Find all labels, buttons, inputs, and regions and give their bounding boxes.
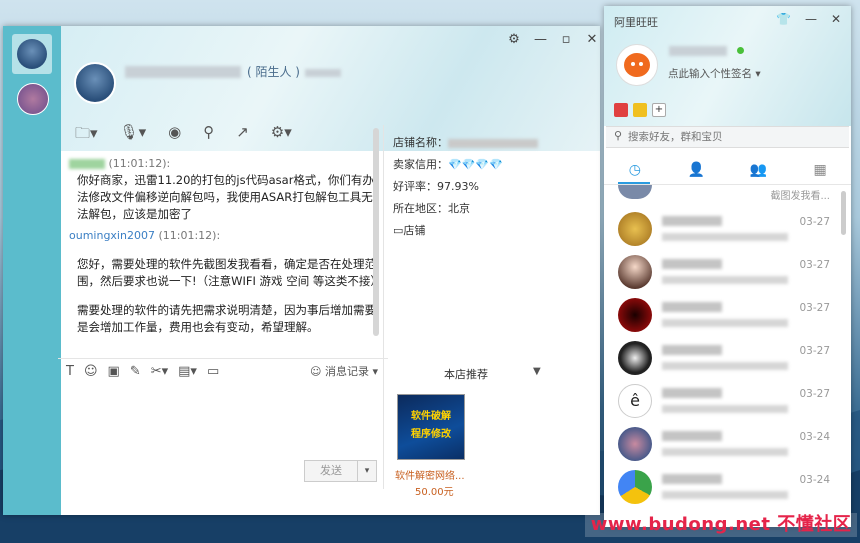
watermark: www.budong.net 不懂社区 <box>585 513 857 537</box>
contact-name-blurred <box>125 66 241 78</box>
font-icon[interactable]: T <box>66 364 74 379</box>
app-title: 阿里旺旺 <box>614 16 658 29</box>
signature-field[interactable]: 点此输入个性签名 ▾ <box>668 66 761 81</box>
contact-row[interactable]: 03-27 <box>604 251 836 293</box>
contact-date: 03-27 <box>799 302 830 314</box>
message-text: 你好商家，迅雷11.20的打包的js代码asar格式，你们有办法修改文件偏移逆向… <box>77 173 374 221</box>
message-header: oumingxin2007 (11:01:12): <box>69 229 221 242</box>
app-shortcuts: + <box>614 103 666 117</box>
user-name-blurred <box>669 46 727 56</box>
chat-window: ⚙ — ▫ ✕ ( 陌生人 ) 🗀▾ 🎙▾ ◉ ⚲ ↗ ⚙▾ (11:01:12… <box>3 26 600 515</box>
contact-date: 03-27 <box>799 216 830 228</box>
shop-name: 店铺名称： <box>393 132 593 154</box>
message-list: (11:01:12): 你好商家，迅雷11.20的打包的js代码asar格式，你… <box>61 151 381 381</box>
contact-row[interactable]: 03-27 <box>604 208 836 250</box>
panel-divider <box>383 125 384 489</box>
session-avatar-current[interactable] <box>12 34 52 74</box>
recommend-title: 本店推荐 <box>444 368 488 381</box>
remote-assist-icon[interactable]: ⚙▾ <box>271 123 292 148</box>
contact-avatar[interactable] <box>74 62 116 104</box>
contact-date: 03-24 <box>799 474 830 486</box>
diamond-icon: 💎💎💎💎 <box>448 158 503 171</box>
product-image[interactable]: 软件破解 程序修改 <box>397 394 465 460</box>
contact-row[interactable]: 03-27 <box>604 337 836 379</box>
close-icon[interactable]: ✕ <box>831 12 841 26</box>
tab-recent[interactable]: ◷ <box>604 156 666 184</box>
search-icon: ⚲ <box>614 129 623 142</box>
more-icon[interactable]: ▭ <box>207 364 219 379</box>
send-button[interactable]: 发送 <box>304 460 358 482</box>
add-contact-icon[interactable]: ⚲ <box>203 123 214 148</box>
shop-location: 所在地区：北京 <box>393 202 470 215</box>
send-options-icon[interactable]: ▾ <box>357 460 377 482</box>
shortcut-icon[interactable] <box>633 103 647 117</box>
chat-session-sidebar <box>3 26 61 515</box>
message-header: (11:01:12): <box>69 157 381 170</box>
product-price: 50.00元 <box>415 487 454 498</box>
buddy-window-controls: 👕 — ✕ <box>776 12 841 26</box>
session-avatar-other[interactable] <box>12 78 52 118</box>
edit-icon[interactable]: ✎ <box>130 364 141 379</box>
close-icon[interactable]: ✕ <box>586 32 598 47</box>
buddy-header: 阿里旺旺 👕 — ✕ 点此输入个性签名 ▾ + <box>604 6 851 126</box>
input-toolbar: T ☺ ▣ ✎ ✂▾ ▤▾ ▭ ☺ 消息记录 ▾ <box>58 358 388 383</box>
store-icon: ▭ <box>393 224 404 237</box>
buddy-list-scrollbar[interactable] <box>841 191 846 235</box>
skin-icon[interactable]: 👕 <box>776 12 791 26</box>
list-item[interactable]: 截图发我看... <box>604 185 836 203</box>
contact-date: 03-27 <box>799 388 830 400</box>
shop-rating: 好评率：97.93% <box>393 180 479 193</box>
search-input[interactable] <box>628 127 838 147</box>
message-scrollbar[interactable] <box>373 128 379 336</box>
shortcut-icon[interactable] <box>614 103 628 117</box>
contact-row[interactable]: 03-24 <box>604 466 836 508</box>
online-status-icon[interactable] <box>737 47 744 54</box>
chat-toolbar: 🗀▾ 🎙▾ ◉ ⚲ ↗ ⚙▾ <box>75 123 292 148</box>
buddy-list-window: 阿里旺旺 👕 — ✕ 点此输入个性签名 ▾ + ⚲ ◷ 👤 👥 ▦ <box>604 6 851 527</box>
tab-indicator <box>618 182 650 184</box>
file-transfer-icon[interactable]: 🗀▾ <box>75 123 98 148</box>
minimize-icon[interactable]: — <box>805 12 817 26</box>
user-avatar[interactable] <box>616 44 658 86</box>
shop-credit: 卖家信用：💎💎💎💎 <box>393 158 503 171</box>
message-history-button[interactable]: ☺ 消息记录 ▾ <box>310 363 378 379</box>
store-link[interactable]: ▭店铺 <box>393 220 593 242</box>
contact-date: 03-27 <box>799 259 830 271</box>
voice-icon[interactable]: 🎙▾ <box>120 123 147 148</box>
product-name[interactable]: 软件解密网络... <box>395 467 465 482</box>
message-text: 需要处理的软件的请先把需求说明清楚，因为事后增加需要是会增加工作量，费用也会有变… <box>77 303 376 334</box>
emoji-icon[interactable]: ☺ <box>84 364 98 379</box>
contact-row[interactable]: 03-24 <box>604 423 836 465</box>
maximize-icon[interactable]: ▫ <box>560 32 572 47</box>
tab-apps[interactable]: ▦ <box>789 156 851 184</box>
tab-groups[interactable]: 👥 <box>728 156 790 184</box>
search-bar: ⚲ <box>606 126 849 148</box>
shop-info-panel: 店铺名称： 卖家信用：💎💎💎💎 好评率：97.93% 所在地区：北京 ▭店铺 <box>393 132 593 242</box>
contact-row[interactable]: ê 03-27 <box>604 380 836 422</box>
share-screen-icon[interactable]: ↗ <box>236 123 249 148</box>
contact-tag: ( 陌生人 ) <box>247 65 300 79</box>
message-text: 您好，需要处理的软件先截图发我看看，确定是否在处理范围，然后要求也说一下!（注意… <box>77 257 381 288</box>
card-icon[interactable]: ▤▾ <box>178 364 197 379</box>
screenshot-icon[interactable]: ✂▾ <box>151 364 168 379</box>
contact-id-blurred <box>305 69 341 77</box>
video-icon[interactable]: ◉ <box>168 123 181 148</box>
contact-row[interactable]: 03-27 <box>604 294 836 336</box>
contact-date: 03-27 <box>799 345 830 357</box>
sender-name[interactable]: oumingxin2007 <box>69 229 155 242</box>
minimize-icon[interactable]: — <box>534 32 547 47</box>
add-icon[interactable]: + <box>652 103 666 117</box>
recommend-toggle-icon[interactable]: ▼ <box>533 366 541 377</box>
tab-contacts[interactable]: 👤 <box>666 156 728 184</box>
gear-icon[interactable]: ⚙ <box>508 32 520 47</box>
image-icon[interactable]: ▣ <box>108 364 120 379</box>
buddy-tabs: ◷ 👤 👥 ▦ <box>604 156 851 185</box>
contact-date: 03-24 <box>799 431 830 443</box>
window-controls: ⚙ — ▫ ✕ <box>508 32 598 47</box>
